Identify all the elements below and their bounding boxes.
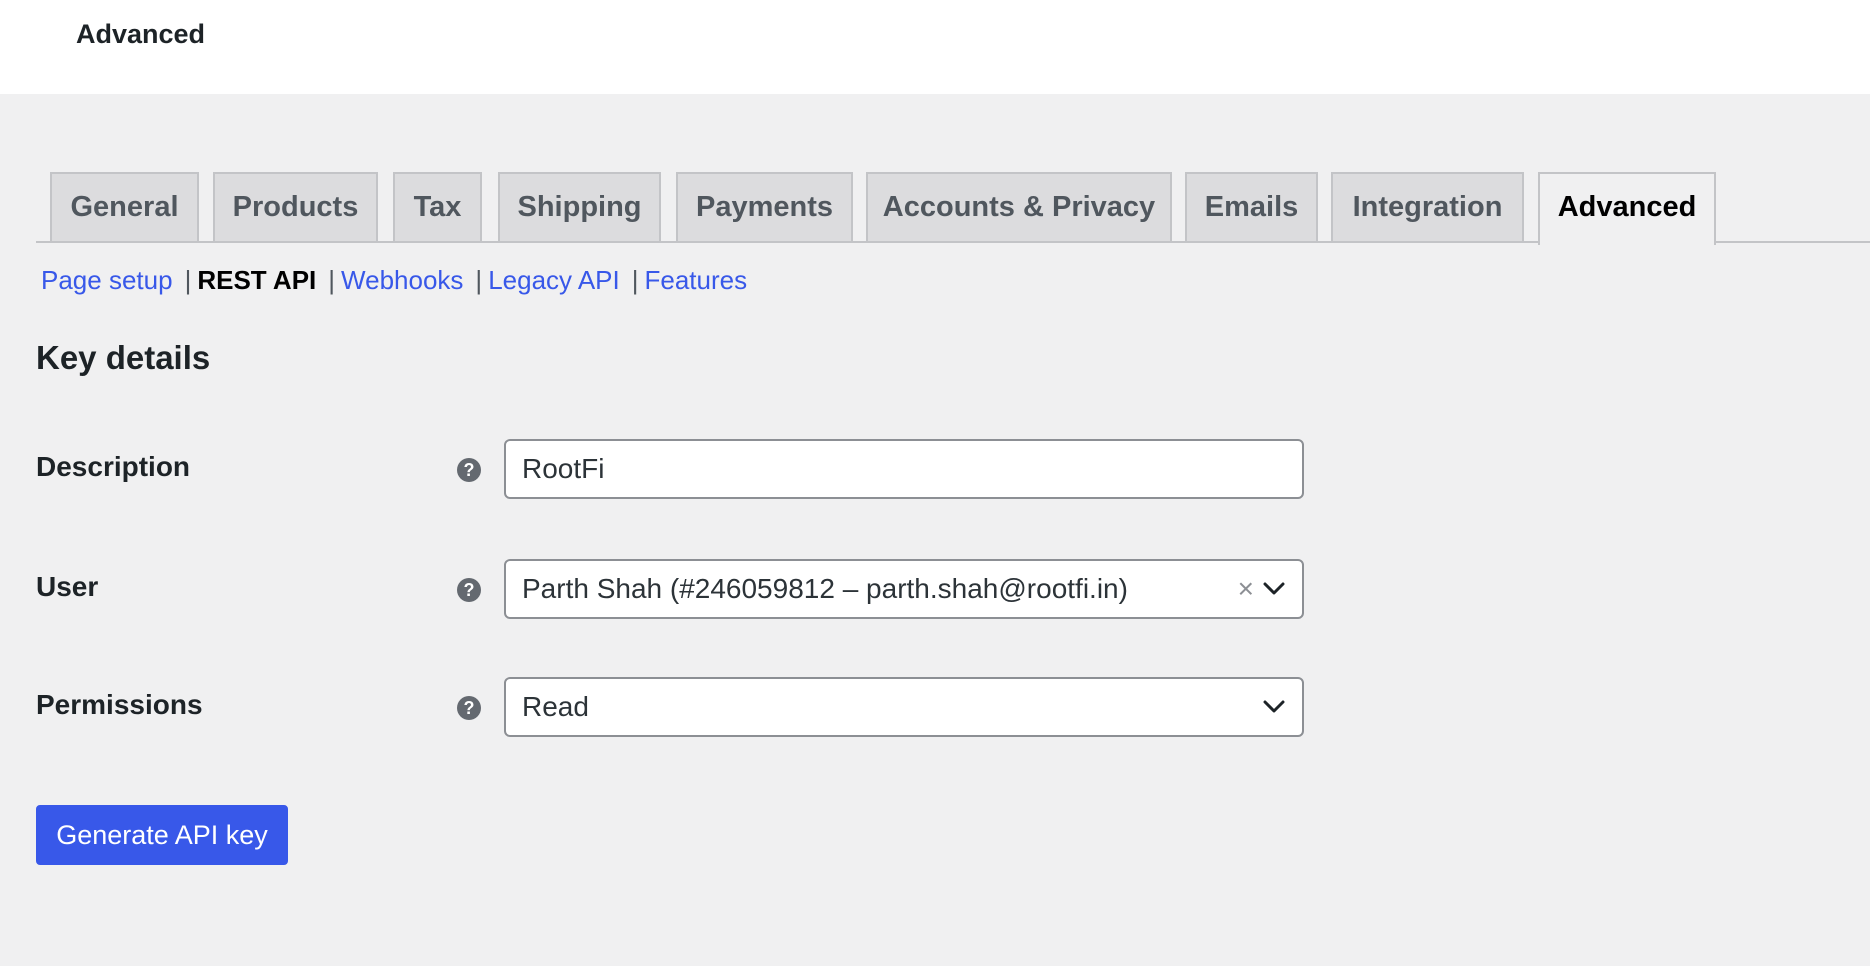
user-label: User — [36, 571, 99, 602]
tab-shipping[interactable]: Shipping — [498, 172, 661, 241]
user-select[interactable]: Parth Shah (#246059812 – parth.shah@root… — [504, 559, 1304, 619]
description-input[interactable]: RootFi — [504, 439, 1304, 499]
tab-products[interactable]: Products — [213, 172, 378, 241]
generate-api-key-button[interactable]: Generate API key — [36, 805, 288, 865]
chevron-down-icon[interactable] — [1262, 679, 1288, 735]
tab-payments[interactable]: Payments — [676, 172, 853, 241]
tab-general[interactable]: General — [50, 172, 199, 241]
description-label: Description — [36, 451, 191, 482]
permissions-help-icon[interactable]: ? — [457, 696, 481, 720]
subnav-page-setup[interactable]: Page setup — [41, 265, 173, 295]
permissions-select-value: Read — [522, 691, 589, 722]
subnav-features[interactable]: Features — [645, 265, 748, 295]
user-select-value: Parth Shah (#246059812 – parth.shah@root… — [522, 573, 1128, 604]
user-help-icon[interactable]: ? — [457, 578, 481, 602]
tab-tax[interactable]: Tax — [393, 172, 482, 241]
subsection-nav: Page setup | REST API | Webhooks | Legacy API |… — [41, 262, 747, 298]
permissions-select[interactable]: Read — [504, 677, 1304, 737]
subnav-rest-api[interactable]: REST API — [197, 265, 316, 295]
section-title: Key details — [36, 339, 211, 376]
subnav-separator: | — [475, 265, 483, 295]
chevron-down-icon[interactable] — [1262, 561, 1288, 617]
subnav-separator: | — [631, 265, 639, 295]
subnav-separator: | — [328, 265, 336, 295]
tab-accounts-privacy[interactable]: Accounts & Privacy — [866, 172, 1172, 241]
permissions-label: Permissions — [36, 689, 203, 720]
tab-integration[interactable]: Integration — [1331, 172, 1524, 241]
clear-selection-icon[interactable]: × — [1238, 561, 1254, 617]
subnav-separator: | — [184, 265, 192, 295]
tab-emails[interactable]: Emails — [1185, 172, 1318, 241]
subnav-webhooks[interactable]: Webhooks — [341, 265, 463, 295]
subnav-legacy-api[interactable]: Legacy API — [488, 265, 620, 295]
settings-tabs: General Products Tax Shipping Payments A… — [36, 170, 1870, 245]
description-help-icon[interactable]: ? — [457, 458, 481, 482]
description-input-value: RootFi — [522, 453, 605, 484]
page-title: Advanced — [76, 19, 206, 49]
tab-advanced[interactable]: Advanced — [1538, 172, 1716, 245]
top-header-bar: Advanced — [0, 0, 1870, 94]
